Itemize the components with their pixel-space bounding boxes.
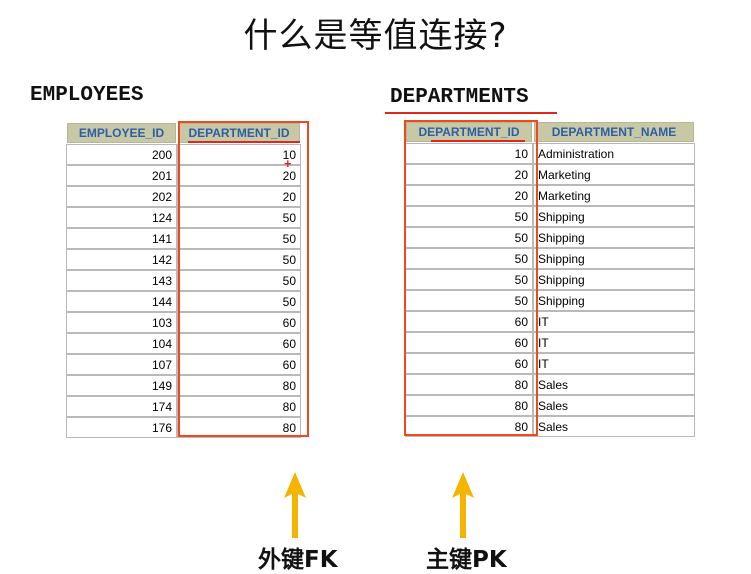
column-header-department-name: DEPARTMENT_NAME bbox=[533, 121, 695, 143]
table-cell: Shipping bbox=[533, 227, 695, 248]
table-cell: 144 bbox=[66, 291, 177, 312]
table-cell: 142 bbox=[66, 249, 177, 270]
table-cell: Marketing bbox=[533, 164, 695, 185]
table-cell: Sales bbox=[533, 374, 695, 395]
departments-name-underline bbox=[385, 112, 557, 114]
table-cell: 174 bbox=[66, 396, 177, 417]
pk-label: 主键PK bbox=[426, 547, 507, 573]
table-cell: IT bbox=[533, 353, 695, 374]
table-cell: 176 bbox=[66, 417, 177, 438]
fk-label: 外键FK bbox=[258, 547, 338, 573]
departments-table-name: DEPARTMENTS bbox=[390, 86, 529, 109]
table-cell: Shipping bbox=[533, 248, 695, 269]
pk-column-highlight bbox=[404, 120, 538, 436]
table-cell: 107 bbox=[66, 354, 177, 375]
table-cell: 141 bbox=[66, 228, 177, 249]
table-cell: IT bbox=[533, 311, 695, 332]
fk-arrow-icon bbox=[284, 472, 306, 538]
table-cell: Marketing bbox=[533, 185, 695, 206]
table-cell: 124 bbox=[66, 207, 177, 228]
table-cell: Shipping bbox=[533, 269, 695, 290]
plus-marker: + bbox=[284, 156, 292, 171]
table-cell: 103 bbox=[66, 312, 177, 333]
table-cell: IT bbox=[533, 332, 695, 353]
page-title: 什么是等值连接? bbox=[243, 16, 508, 56]
column-header-employee-id: EMPLOYEE_ID bbox=[66, 122, 177, 144]
table-cell: 104 bbox=[66, 333, 177, 354]
fk-header-underline bbox=[188, 141, 300, 143]
pk-header-underline bbox=[431, 140, 525, 142]
table-cell: 143 bbox=[66, 270, 177, 291]
table-cell: Administration bbox=[533, 143, 695, 164]
table-cell: Shipping bbox=[533, 206, 695, 227]
table-cell: 201 bbox=[66, 165, 177, 186]
employees-table-name: EMPLOYEES bbox=[30, 84, 144, 107]
table-cell: Sales bbox=[533, 416, 695, 437]
table-cell: Shipping bbox=[533, 290, 695, 311]
table-cell: 149 bbox=[66, 375, 177, 396]
pk-arrow-icon bbox=[452, 472, 474, 538]
table-cell: Sales bbox=[533, 395, 695, 416]
table-cell: 200 bbox=[66, 144, 177, 165]
table-cell: 202 bbox=[66, 186, 177, 207]
